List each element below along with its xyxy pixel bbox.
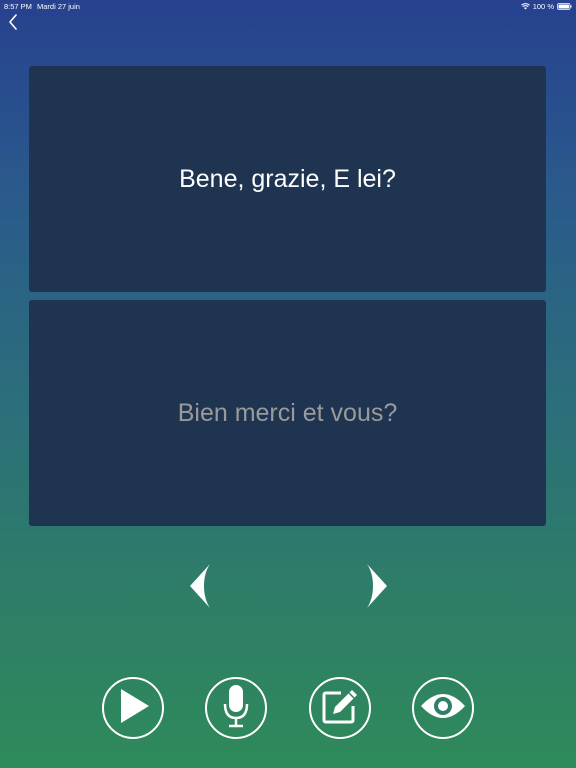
edit-button[interactable]	[309, 677, 371, 739]
next-button[interactable]	[366, 563, 388, 609]
wifi-icon	[520, 3, 530, 10]
back-button[interactable]	[6, 13, 20, 35]
microphone-button[interactable]	[205, 677, 267, 739]
previous-button[interactable]	[189, 563, 211, 609]
answer-text: Bien merci et vous?	[177, 398, 398, 427]
question-text: Bene, grazie, E lei?	[179, 164, 396, 193]
triangle-right-icon	[366, 564, 388, 613]
battery-icon	[557, 3, 572, 10]
triangle-left-icon	[189, 564, 211, 613]
question-card[interactable]: Bene, grazie, E lei?	[29, 66, 546, 292]
microphone-icon	[221, 683, 251, 734]
eye-button[interactable]	[412, 677, 474, 739]
play-icon	[115, 687, 151, 730]
battery-percent: 100 %	[532, 2, 554, 11]
status-time: 8:57 PM	[4, 2, 32, 11]
play-button[interactable]	[102, 677, 164, 739]
answer-card[interactable]: Bien merci et vous?	[29, 300, 546, 526]
status-date: Mardi 27 juin	[37, 2, 80, 11]
status-bar: 8:57 PM Mardi 27 juin 100 %	[0, 0, 576, 12]
eye-icon	[420, 691, 466, 726]
status-indicators: 100 %	[520, 2, 572, 11]
chevron-left-icon	[8, 13, 18, 35]
edit-icon	[321, 687, 359, 730]
